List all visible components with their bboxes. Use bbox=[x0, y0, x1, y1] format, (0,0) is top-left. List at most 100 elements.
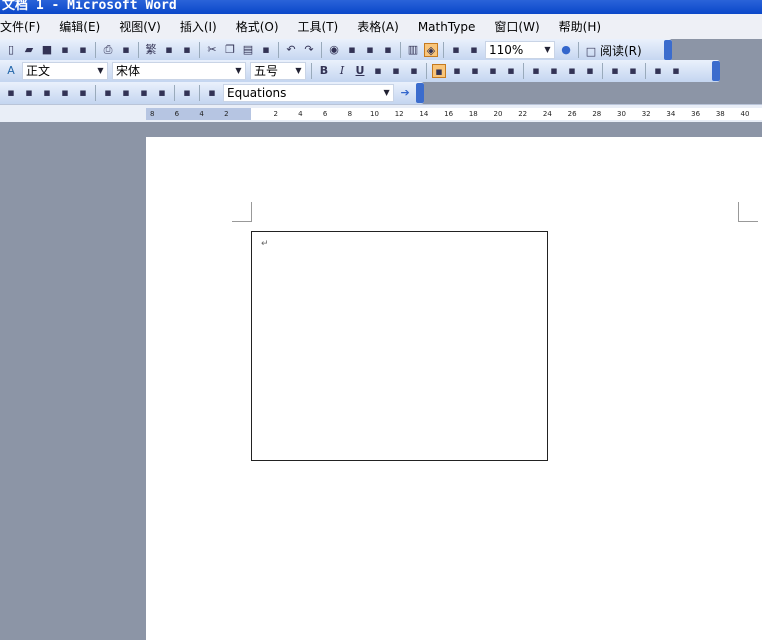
tex-icon[interactable]: ▪ bbox=[76, 86, 90, 100]
eq-reference-icon[interactable]: ▪ bbox=[119, 86, 133, 100]
separator bbox=[311, 63, 312, 79]
menu-item[interactable]: 编辑(E) bbox=[59, 18, 100, 35]
highlight-icon[interactable]: ▪ bbox=[608, 64, 622, 78]
paste-icon[interactable]: ▤ bbox=[241, 43, 255, 57]
char-shading-icon[interactable]: ▪ bbox=[389, 64, 403, 78]
ruler-label: 34 bbox=[666, 110, 676, 118]
separator bbox=[645, 63, 646, 79]
italic-button[interactable]: I bbox=[335, 64, 349, 78]
font-color-icon[interactable]: ▪ bbox=[626, 64, 640, 78]
sum-under-icon[interactable]: ▪ bbox=[22, 86, 36, 100]
bullets-icon[interactable]: ▪ bbox=[547, 64, 561, 78]
align-right-icon[interactable]: ▪ bbox=[468, 64, 482, 78]
print-preview-icon[interactable]: ▪ bbox=[119, 43, 133, 57]
separator bbox=[278, 42, 279, 58]
distributed-icon[interactable]: ▪ bbox=[486, 64, 500, 78]
sum-icon[interactable]: ▪ bbox=[4, 86, 18, 100]
menu-item[interactable]: 插入(I) bbox=[180, 18, 217, 35]
increase-indent-icon[interactable]: ▪ bbox=[583, 64, 597, 78]
open-icon[interactable]: ▰ bbox=[22, 43, 36, 57]
chevron-down-icon[interactable]: ▼ bbox=[293, 64, 304, 78]
zoom-select[interactable]: 110% ▼ bbox=[485, 41, 555, 59]
style-select[interactable]: 正文 ▼ bbox=[22, 62, 108, 80]
center-icon[interactable]: ▪ bbox=[450, 64, 464, 78]
separator bbox=[443, 42, 444, 58]
standard-toolbar: ▯ ▰ ■ ▪ ▪ ⎙ ▪ 繁 ▪ ▪ ✂ ❐ ▤ ▪ ↶ ↷ ◉ ▪ ▪ ▪ ▥ ◈ ▪ ▪ 110% ▼ ● □ 阅读(R) bbox=[0, 39, 672, 61]
bold-button[interactable]: B bbox=[317, 64, 331, 78]
undo-icon[interactable]: ↶ bbox=[284, 43, 298, 57]
line-spacing-icon[interactable]: ▪ bbox=[504, 64, 518, 78]
update-numbers-icon[interactable]: ▪ bbox=[155, 86, 169, 100]
menu-item[interactable]: 窗口(W) bbox=[494, 18, 539, 35]
char-border-icon[interactable]: ▪ bbox=[371, 64, 385, 78]
ruler-label: 38 bbox=[715, 110, 725, 118]
toolbar-options-icon[interactable] bbox=[712, 61, 720, 81]
enclose-char-icon[interactable]: ▪ bbox=[669, 64, 683, 78]
char-scale-icon[interactable]: ▪ bbox=[407, 64, 421, 78]
chevron-down-icon[interactable]: ▼ bbox=[542, 43, 553, 57]
arrow-left-icon[interactable]: ▪ bbox=[205, 86, 219, 100]
book-icon: □ bbox=[585, 44, 597, 58]
traditional-chinese-icon[interactable]: 繁 bbox=[144, 43, 158, 57]
styles-icon[interactable]: A bbox=[4, 64, 18, 78]
text-box[interactable]: ↵ bbox=[251, 231, 548, 461]
redo-icon[interactable]: ↷ bbox=[302, 43, 316, 57]
paragraph-mark: ↵ bbox=[261, 239, 269, 249]
numbering-icon[interactable]: ▪ bbox=[529, 64, 543, 78]
arrow-right-icon[interactable]: ➔ bbox=[398, 86, 412, 100]
cut-icon[interactable]: ✂ bbox=[205, 43, 219, 57]
phonetic-guide-icon[interactable]: ▪ bbox=[651, 64, 665, 78]
ruler-label: 4 bbox=[298, 110, 303, 118]
eq-number-icon[interactable]: ▪ bbox=[101, 86, 115, 100]
separator bbox=[578, 42, 579, 58]
horizontal-ruler[interactable]: 8 6 4 2 2 4 6 8 10 12 14 16 18 20 22 24 26 28 30 32 34 36 38 40 bbox=[0, 104, 762, 122]
chevron-down-icon[interactable]: ▼ bbox=[95, 64, 106, 78]
ruler-scale: 8 6 4 2 2 4 6 8 10 12 14 16 18 20 22 24 26 28 30 32 34 36 38 40 bbox=[146, 108, 762, 120]
underline-button[interactable]: U bbox=[353, 64, 367, 78]
spelling-icon[interactable]: ▪ bbox=[180, 43, 194, 57]
ruler-label: 28 bbox=[592, 110, 602, 118]
ruler-label: 6 bbox=[322, 110, 328, 118]
new-icon[interactable]: ▯ bbox=[4, 43, 18, 57]
research-icon[interactable]: ▪ bbox=[162, 43, 176, 57]
chevron-down-icon[interactable]: ▼ bbox=[233, 64, 244, 78]
toolbar-options-icon[interactable] bbox=[664, 40, 672, 60]
show-hide-icon[interactable]: ▪ bbox=[467, 43, 481, 57]
drawing-icon[interactable]: ◈ bbox=[424, 43, 438, 57]
columns-icon[interactable]: ▥ bbox=[406, 43, 420, 57]
decrease-indent-icon[interactable]: ▪ bbox=[565, 64, 579, 78]
read-button[interactable]: □ 阅读(R) bbox=[582, 42, 642, 59]
menu-item[interactable]: MathType bbox=[418, 20, 476, 34]
ruler-label: 14 bbox=[419, 110, 429, 118]
menu-item[interactable]: 表格(A) bbox=[357, 18, 399, 35]
print-icon[interactable]: ⎙ bbox=[101, 43, 115, 57]
insert-excel-icon[interactable]: ▪ bbox=[381, 43, 395, 57]
menu-item[interactable]: 工具(T) bbox=[298, 18, 339, 35]
chevron-down-icon[interactable]: ▼ bbox=[381, 86, 392, 100]
email-icon[interactable]: ▪ bbox=[76, 43, 90, 57]
toolbar-options-icon[interactable] bbox=[416, 83, 424, 103]
document-map-icon[interactable]: ▪ bbox=[449, 43, 463, 57]
insert-table-icon[interactable]: ▪ bbox=[363, 43, 377, 57]
align-left-icon[interactable]: ▪ bbox=[432, 64, 446, 78]
ruler-label: 16 bbox=[444, 110, 454, 118]
menu-item[interactable]: 格式(O) bbox=[236, 18, 279, 35]
menu-item[interactable]: 文件(F) bbox=[0, 18, 40, 35]
menu-item[interactable]: 视图(V) bbox=[119, 18, 161, 35]
ruler-label: 26 bbox=[567, 110, 577, 118]
insert-break-icon[interactable]: ▪ bbox=[137, 86, 151, 100]
hyperlink-icon[interactable]: ◉ bbox=[327, 43, 341, 57]
font-select[interactable]: 宋体 ▼ bbox=[112, 62, 246, 80]
permission-icon[interactable]: ▪ bbox=[58, 43, 72, 57]
sum-left-icon[interactable]: ▪ bbox=[40, 86, 54, 100]
save-icon[interactable]: ■ bbox=[40, 43, 54, 57]
menu-item[interactable]: 帮助(H) bbox=[559, 18, 601, 35]
tables-borders-icon[interactable]: ▪ bbox=[345, 43, 359, 57]
help-icon[interactable]: ● bbox=[559, 43, 573, 57]
sum-right-icon[interactable]: ▪ bbox=[58, 86, 72, 100]
copy-icon[interactable]: ❐ bbox=[223, 43, 237, 57]
equations-select[interactable]: Equations ▼ bbox=[223, 84, 395, 102]
mathtype-globe-icon[interactable]: ▪ bbox=[180, 86, 194, 100]
font-size-select[interactable]: 五号 ▼ bbox=[250, 62, 306, 80]
format-painter-icon[interactable]: ▪ bbox=[259, 43, 273, 57]
